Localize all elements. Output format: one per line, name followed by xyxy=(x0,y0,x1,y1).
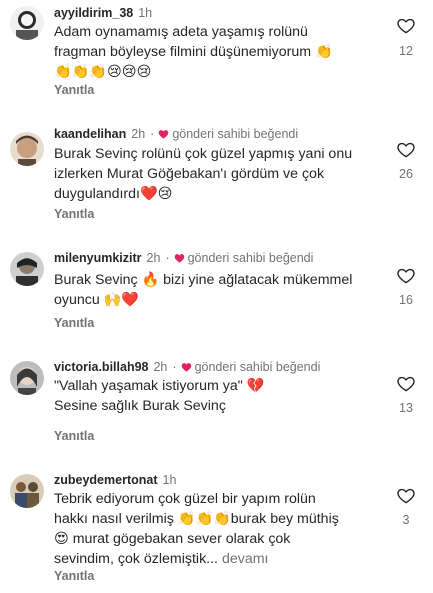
avatar[interactable] xyxy=(10,252,44,286)
comment-username[interactable]: ayyildirim_38 xyxy=(54,6,133,20)
author-liked-badge: gönderi sahibi beğendi xyxy=(158,127,298,141)
comment-text: Adam oynamamış adeta yaşamış rolünü frag… xyxy=(54,24,333,80)
comment-username[interactable]: zubeydemertonat xyxy=(54,473,158,487)
comment-time: 2h xyxy=(146,251,161,265)
like-count: 16 xyxy=(399,293,413,307)
comment-time: 1h xyxy=(138,6,153,20)
comment-time: 2h xyxy=(131,127,146,141)
comment-username[interactable]: kaandelihan xyxy=(54,127,126,141)
like-count: 12 xyxy=(399,44,413,58)
avatar-image xyxy=(10,361,44,395)
comment-meta: ayyildirim_38 1h xyxy=(54,5,152,21)
like-count: 13 xyxy=(399,401,413,415)
like-count: 3 xyxy=(402,513,410,527)
reply-button[interactable]: Yanıtla xyxy=(54,207,94,221)
author-liked-badge: gönderi sahibi beğendi xyxy=(181,360,320,374)
reply-button[interactable]: Yanıtla xyxy=(54,569,94,583)
heart-icon[interactable] xyxy=(396,16,416,35)
avatar-image xyxy=(10,132,44,166)
reply-button[interactable]: Yanıtla xyxy=(54,429,94,443)
comment-meta: milenyumkizitr 2h · gönderi sahibi beğen… xyxy=(54,251,314,265)
heart-icon[interactable] xyxy=(396,266,416,285)
avatar-image xyxy=(10,6,44,40)
avatar-image xyxy=(10,252,44,286)
comment-meta: victoria.billah98 2h · gönderi sahibi be… xyxy=(54,360,321,374)
comment-text: "Vallah yaşamak istiyorum ya" 💔 Sesine s… xyxy=(54,378,265,414)
heart-filled-icon xyxy=(181,363,191,372)
comment-username[interactable]: victoria.billah98 xyxy=(54,360,148,374)
heart-icon[interactable] xyxy=(396,486,416,505)
avatar-image xyxy=(10,474,44,508)
heart-icon[interactable] xyxy=(396,374,416,393)
comment-meta: kaandelihan 2h · gönderi sahibi beğendi xyxy=(54,127,299,141)
avatar[interactable] xyxy=(10,361,44,395)
heart-filled-icon xyxy=(159,130,169,139)
comment-text: Tebrik ediyorum çok güzel bir yapım rolü… xyxy=(54,491,339,567)
avatar[interactable] xyxy=(10,132,44,166)
comment-meta: zubeydemertonat 1h xyxy=(54,472,176,488)
comment-username[interactable]: milenyumkizitr xyxy=(54,251,142,265)
comment-time: 1h xyxy=(162,473,177,487)
avatar[interactable] xyxy=(10,6,44,40)
reply-button[interactable]: Yanıtla xyxy=(54,83,94,97)
comment-time: 2h xyxy=(153,360,168,374)
avatar[interactable] xyxy=(10,474,44,508)
like-count: 26 xyxy=(399,167,413,181)
heart-icon[interactable] xyxy=(396,140,416,159)
comment-text: Burak Sevinç 🔥 bizi yine ağlatacak mükem… xyxy=(54,272,353,308)
see-more-link[interactable]: devamı xyxy=(222,551,269,567)
reply-button[interactable]: Yanıtla xyxy=(54,316,94,330)
heart-filled-icon xyxy=(174,254,184,263)
author-liked-badge: gönderi sahibi beğendi xyxy=(174,251,313,265)
comment-text: Burak Sevinç rolünü çok güzel yapmış yan… xyxy=(54,146,353,202)
